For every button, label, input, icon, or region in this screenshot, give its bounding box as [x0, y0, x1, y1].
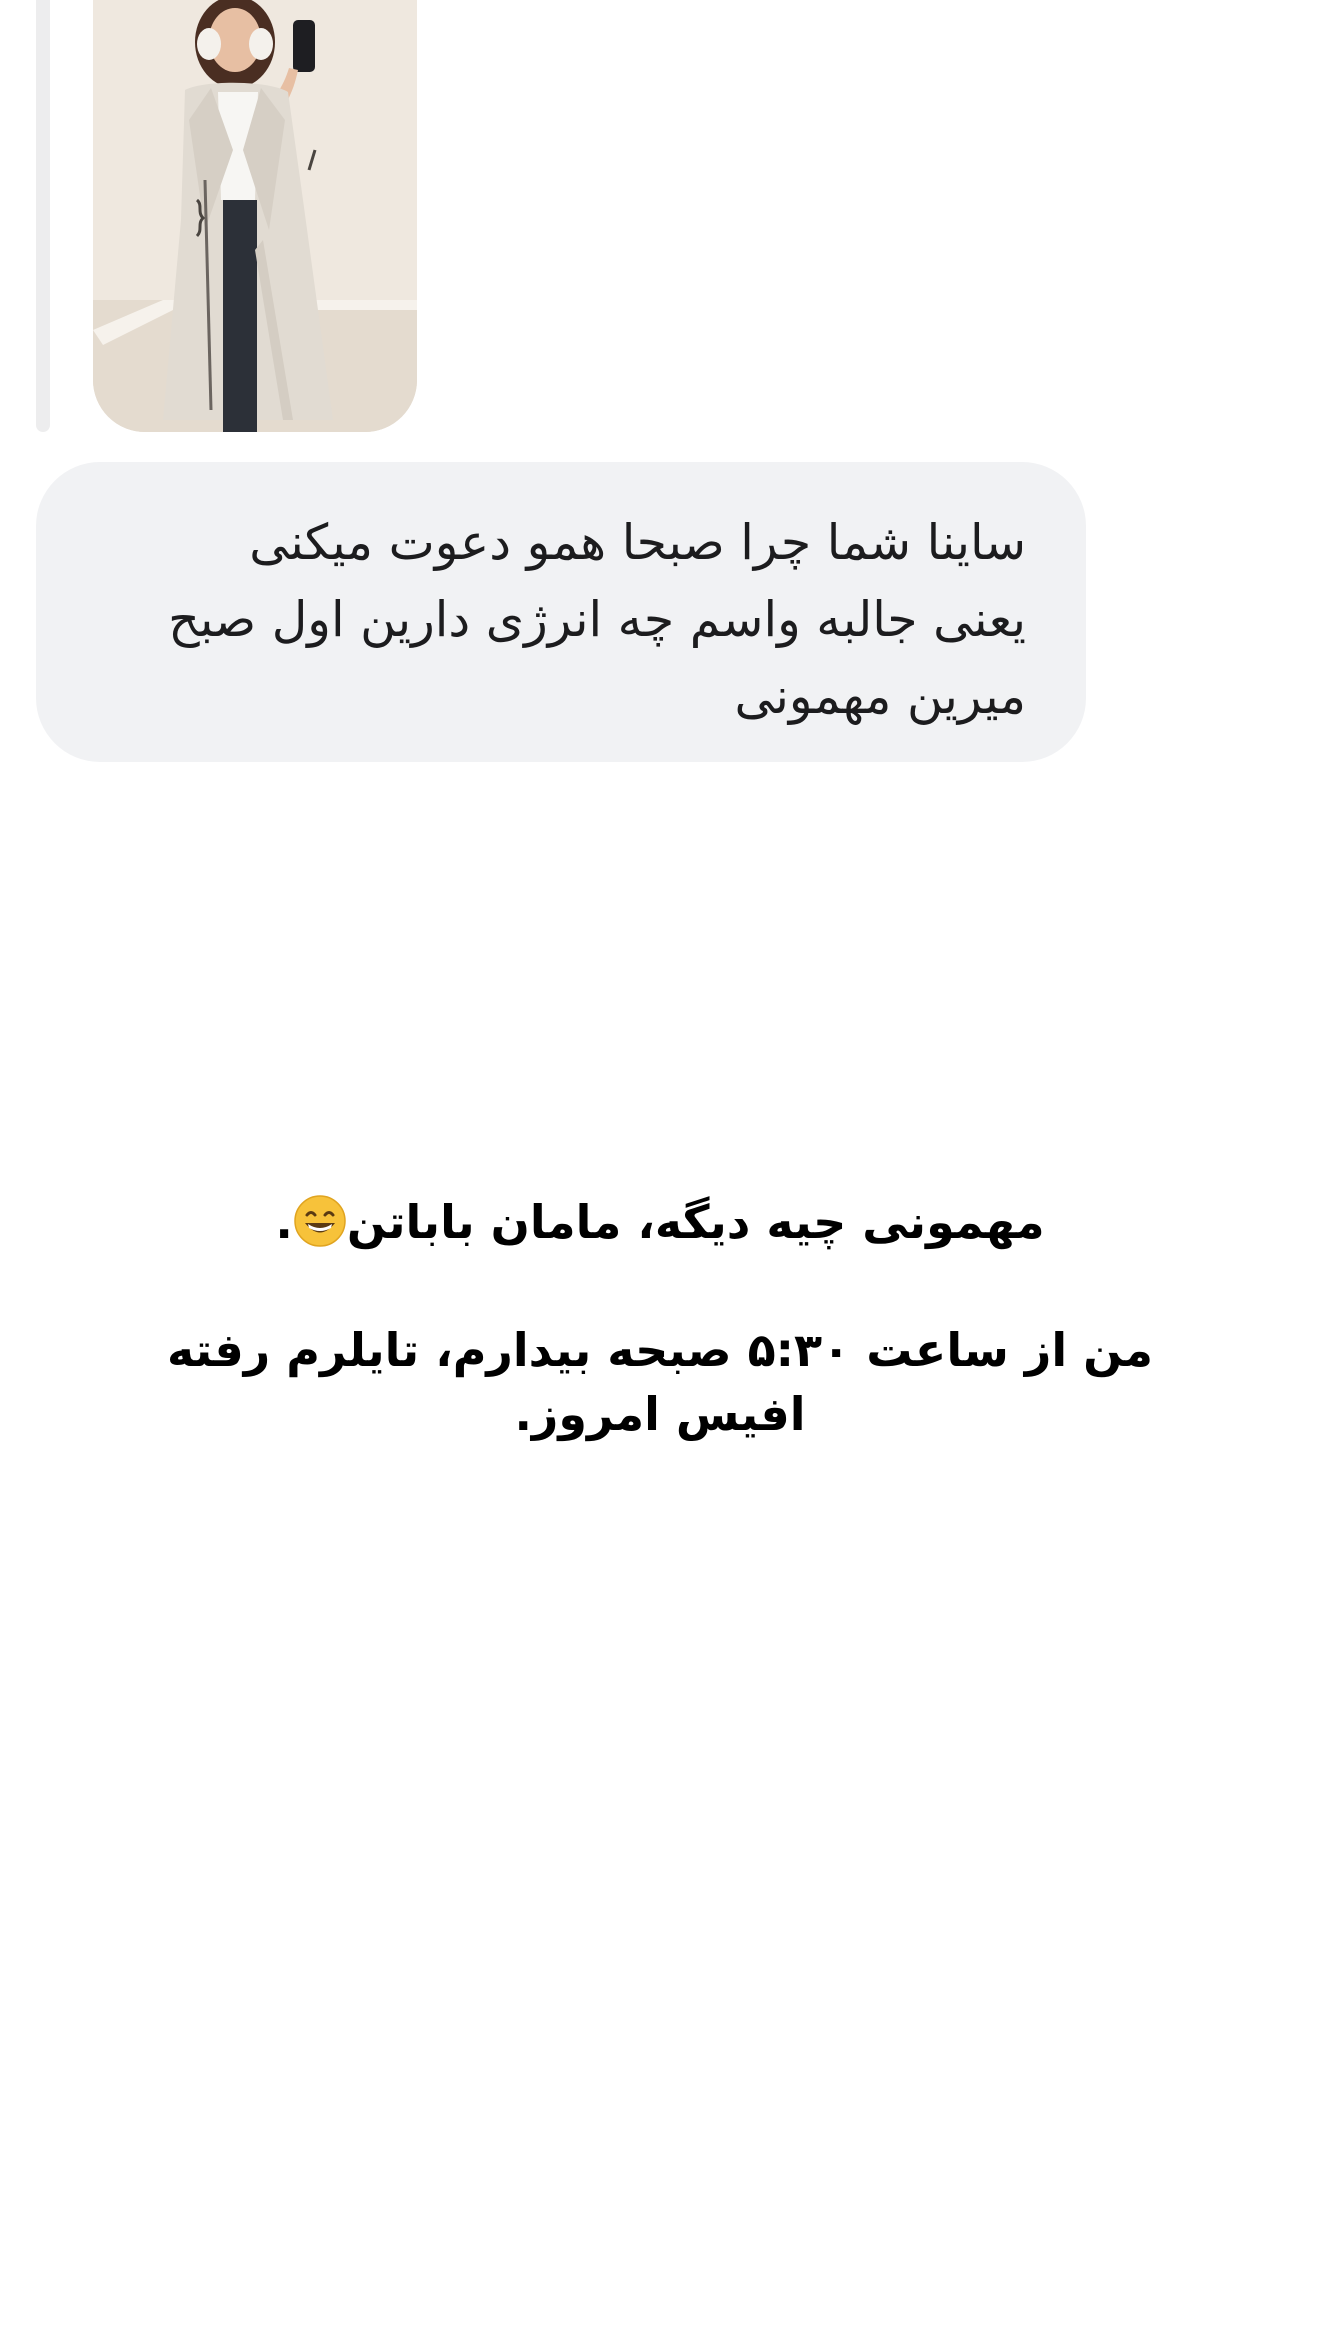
message-line: یعنی جالبه واسم چه انرژی دارین اول صبح	[168, 591, 1026, 648]
grinning-face-emoji-icon	[294, 1195, 346, 1247]
message-bubble[interactable]: ساینا شما چرا صبحا همو دعوت میکنی یعنی ج…	[36, 462, 1086, 762]
reply-quote-bar	[36, 0, 50, 432]
message-line: ساینا شما چرا صبحا همو دعوت میکنی	[249, 514, 1026, 571]
caption-line: افیس امروز.	[514, 1387, 806, 1441]
caption-text: مهمونی چیه دیگه، مامان باباتن	[346, 1195, 1045, 1249]
caption-paragraph-2: من از ساعت ۵:۳۰ صبحه بیدارم، تایلرم رفته…	[0, 1318, 1320, 1446]
caption-text-end: .	[275, 1195, 293, 1249]
message-line: میرین مهمونی	[734, 668, 1026, 725]
caption-line: من از ساعت ۵:۳۰ صبحه بیدارم، تایلرم رفته	[166, 1323, 1153, 1377]
story-reply-photo[interactable]	[93, 0, 417, 432]
caption-line: مهمونی چیه دیگه، مامان باباتن .	[0, 1190, 1320, 1254]
caption-paragraph-1: مهمونی چیه دیگه، مامان باباتن .	[0, 1190, 1320, 1254]
photo-illustration	[93, 0, 417, 432]
